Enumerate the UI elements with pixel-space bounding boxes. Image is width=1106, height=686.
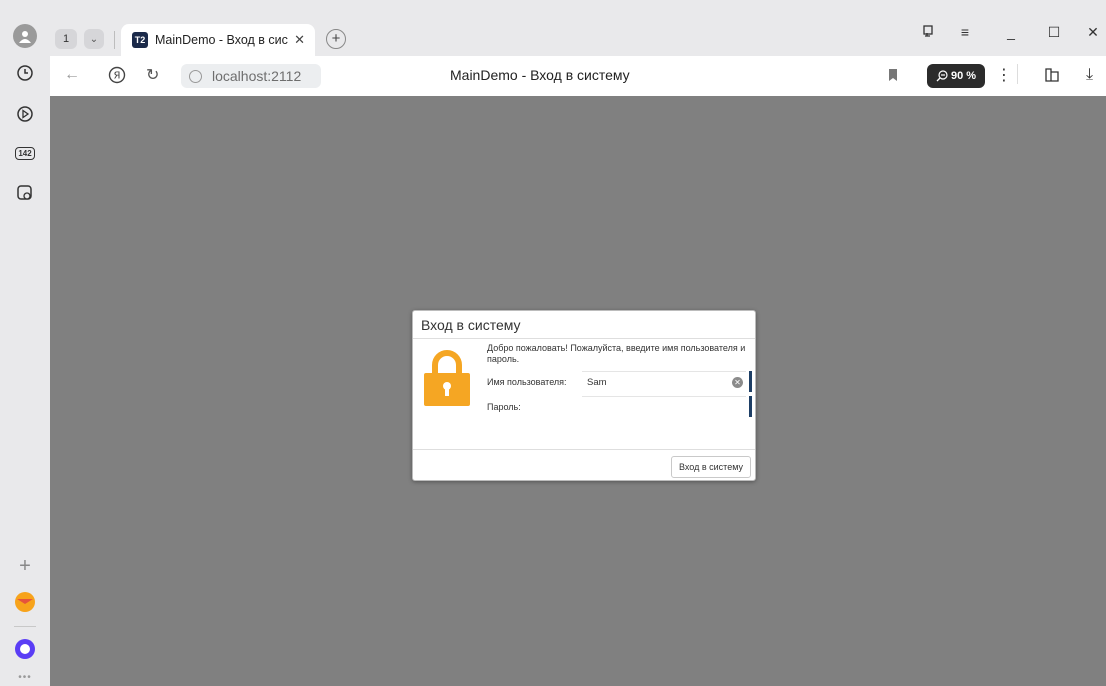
pin-icon[interactable] xyxy=(918,24,940,46)
close-tab-icon[interactable]: ✕ xyxy=(294,32,305,48)
counter-label: 142 xyxy=(15,146,35,160)
lock-icon xyxy=(424,350,470,406)
counter-142-icon[interactable]: 142 xyxy=(12,140,38,166)
more-menu-icon[interactable]: ⋮ xyxy=(996,64,1012,86)
minimize-icon[interactable]: _ xyxy=(1000,24,1022,46)
dialog-footer-divider xyxy=(413,449,755,450)
zoom-badge[interactable]: 90 % xyxy=(927,64,985,88)
password-field-accent xyxy=(749,396,752,417)
play-icon[interactable] xyxy=(12,101,38,127)
history-icon[interactable] xyxy=(12,60,38,86)
dialog-title: Вход в систему xyxy=(421,317,521,333)
more-dots-icon[interactable]: ••• xyxy=(14,672,36,683)
avatar-icon[interactable] xyxy=(13,24,37,48)
toolbar-divider xyxy=(1017,64,1018,84)
download-icon[interactable]: ⤓ xyxy=(1086,64,1093,86)
maximize-icon[interactable]: ☐ xyxy=(1043,24,1065,46)
bookmark-icon[interactable] xyxy=(888,64,898,86)
username-field-accent xyxy=(749,371,752,392)
menu-icon[interactable]: ≡ xyxy=(954,24,976,46)
welcome-text: Добро пожаловать! Пожалуйста, введите им… xyxy=(487,343,746,364)
alice-icon[interactable] xyxy=(12,636,38,662)
username-label: Имя пользователя: xyxy=(487,377,567,387)
dialog-header-divider xyxy=(413,338,755,339)
tab-count-badge[interactable]: 1 xyxy=(55,29,77,49)
site-security-icon[interactable] xyxy=(189,69,202,83)
add-icon[interactable]: + xyxy=(12,553,38,579)
address-page-title[interactable]: MainDemo - Вход в систему xyxy=(450,67,630,83)
address-host[interactable]: localhost:2112 xyxy=(181,64,321,88)
clear-username-icon[interactable]: ✕ xyxy=(732,377,743,388)
favicon-icon: T2 xyxy=(132,32,148,48)
mail-icon[interactable] xyxy=(12,589,38,615)
password-label: Пароль: xyxy=(487,402,521,412)
close-window-icon[interactable]: ✕ xyxy=(1082,24,1104,46)
login-button[interactable]: Вход в систему xyxy=(671,456,751,478)
reload-icon[interactable]: ↻ xyxy=(146,64,159,86)
tab-list-chevron-icon[interactable]: ⌄ xyxy=(84,29,104,49)
tab-title: MainDemo - Вход в сис xyxy=(155,33,288,47)
username-input[interactable]: Sam xyxy=(582,371,746,392)
zoom-level: 90 % xyxy=(950,70,977,82)
password-input[interactable] xyxy=(582,396,746,417)
new-tab-icon[interactable]: + xyxy=(326,29,346,49)
svg-text:Я: Я xyxy=(114,71,121,82)
address-toolbar: ← Я ↻ localhost:2112 MainDemo - Вход в с… xyxy=(50,56,1106,96)
screenshot-icon[interactable] xyxy=(12,180,38,206)
back-icon[interactable]: ← xyxy=(64,64,80,86)
address-host-text: localhost:2112 xyxy=(212,68,302,84)
browser-sidebar: 142 + ••• xyxy=(0,0,50,686)
tab-maindemo[interactable]: T2 MainDemo - Вход в сис ✕ xyxy=(121,24,315,56)
login-dialog: Вход в систему Добро пожаловать! Пожалуй… xyxy=(412,310,756,481)
tab-separator xyxy=(114,31,115,49)
extensions-icon[interactable] xyxy=(1043,64,1061,86)
sidebar-divider xyxy=(14,626,36,627)
yandex-icon[interactable]: Я xyxy=(108,64,126,86)
page-viewport: Вход в систему Добро пожаловать! Пожалуй… xyxy=(50,96,1106,686)
